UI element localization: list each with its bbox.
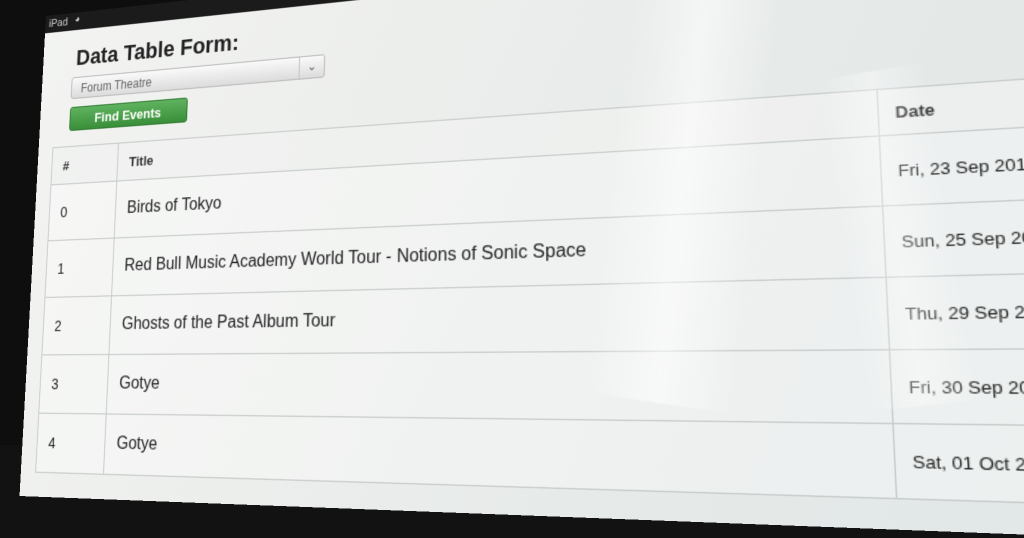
events-table: # Title Date 0 Birds of Tokyo Fri, 23 Se… <box>35 58 1024 514</box>
device-name: iPad <box>48 16 69 31</box>
find-events-button[interactable]: Find Events <box>69 97 188 132</box>
row-number: 2 <box>41 295 112 355</box>
row-number: 1 <box>44 238 115 298</box>
ipad-screen: iPad ◕ Data Table Form: Forum Theatre ⌄ … <box>19 0 1024 538</box>
table-row[interactable]: 4 Gotye Sat, 01 Oct 2011 19:3 <box>35 413 1024 513</box>
row-title: Gotye <box>103 413 897 499</box>
row-number: 0 <box>47 181 117 241</box>
row-date: Thu, 29 Sep 2011 19:30:00 <box>885 266 1024 350</box>
venue-select-value: Forum Theatre <box>80 75 152 96</box>
row-title: Gotye <box>106 349 893 424</box>
row-date: Sat, 01 Oct 2011 19:3 <box>892 423 1024 513</box>
row-date: Fri, 30 Sep 2011 20:00:00 <box>889 347 1024 430</box>
header-number[interactable]: # <box>50 143 119 185</box>
photo-stage: iPad ◕ Data Table Form: Forum Theatre ⌄ … <box>0 0 1024 538</box>
header-date[interactable]: Date <box>876 59 1024 136</box>
status-bar: iPad ◕ <box>45 0 1024 34</box>
wifi-icon: ◕ <box>74 14 81 26</box>
row-number: 3 <box>38 354 109 414</box>
chevron-down-icon: ⌄ <box>298 55 325 79</box>
row-number: 4 <box>35 413 107 475</box>
